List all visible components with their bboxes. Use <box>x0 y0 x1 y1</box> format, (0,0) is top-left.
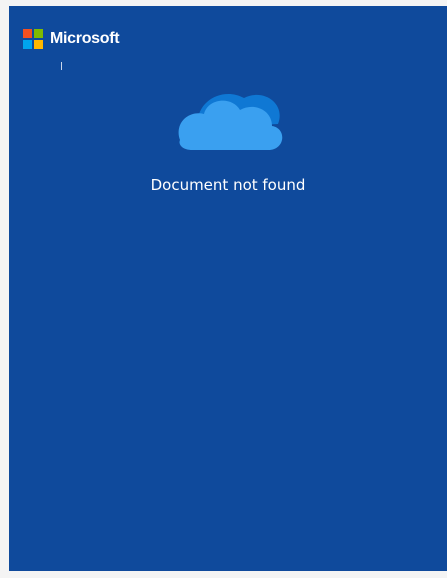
error-panel: Microsoft Document not found <box>9 6 447 571</box>
brand-name: Microsoft <box>50 30 120 47</box>
error-message: Document not found <box>150 176 306 194</box>
page-frame: Microsoft Document not found <box>0 0 447 578</box>
text-cursor <box>61 62 62 70</box>
onedrive-cloud-icon <box>178 93 283 150</box>
microsoft-logo-icon <box>23 29 43 49</box>
microsoft-brand: Microsoft <box>23 29 120 49</box>
